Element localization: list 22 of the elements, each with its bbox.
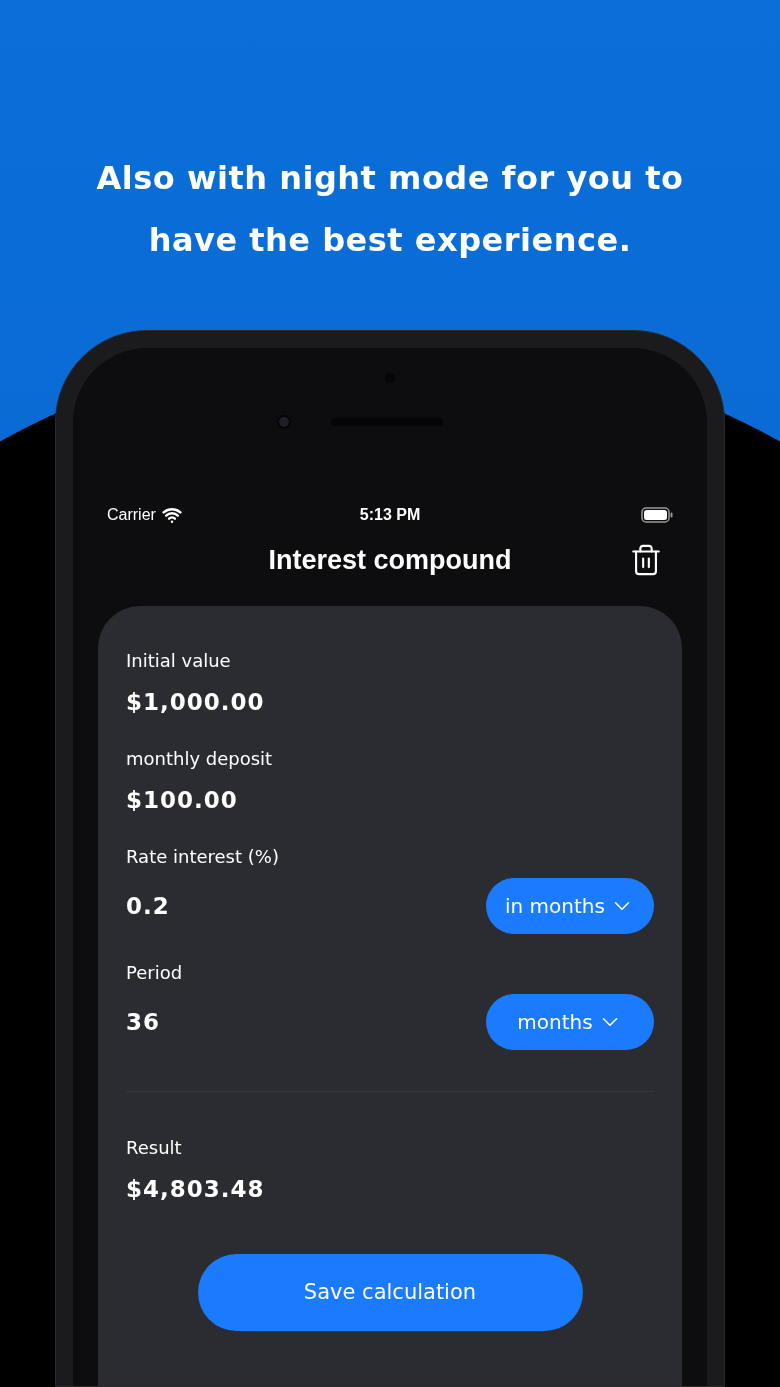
- trash-icon: [629, 543, 663, 577]
- unit-dropdown[interactable]: in months: [486, 878, 654, 934]
- carrier-label: Carrier: [107, 505, 156, 525]
- wifi-icon: [161, 505, 182, 525]
- field-value[interactable]: 0.2: [126, 888, 170, 924]
- field-label: monthly deposit: [126, 747, 274, 771]
- screen-title: Interest compound: [268, 543, 512, 577]
- result-label: Result: [126, 1136, 183, 1160]
- field-label: Initial value: [126, 649, 232, 673]
- headline: Also with night mode for you to have the best experience.: [95, 158, 685, 261]
- status-time: 5:13 PM: [358, 505, 422, 525]
- camera-lens: [277, 415, 291, 429]
- delete-button[interactable]: [629, 543, 663, 577]
- save-button[interactable]: Save calculation: [197, 1254, 583, 1331]
- unit-dropdown[interactable]: months: [486, 994, 654, 1050]
- battery-icon: [641, 507, 673, 523]
- field-value[interactable]: $100.00: [126, 782, 654, 818]
- field-label: Period: [126, 961, 184, 985]
- result-value: $4,803.48: [126, 1175, 266, 1204]
- field-label: Rate interest (%): [126, 845, 280, 869]
- field-value[interactable]: 36: [126, 1004, 160, 1040]
- field-value[interactable]: $1,000.00: [126, 684, 654, 720]
